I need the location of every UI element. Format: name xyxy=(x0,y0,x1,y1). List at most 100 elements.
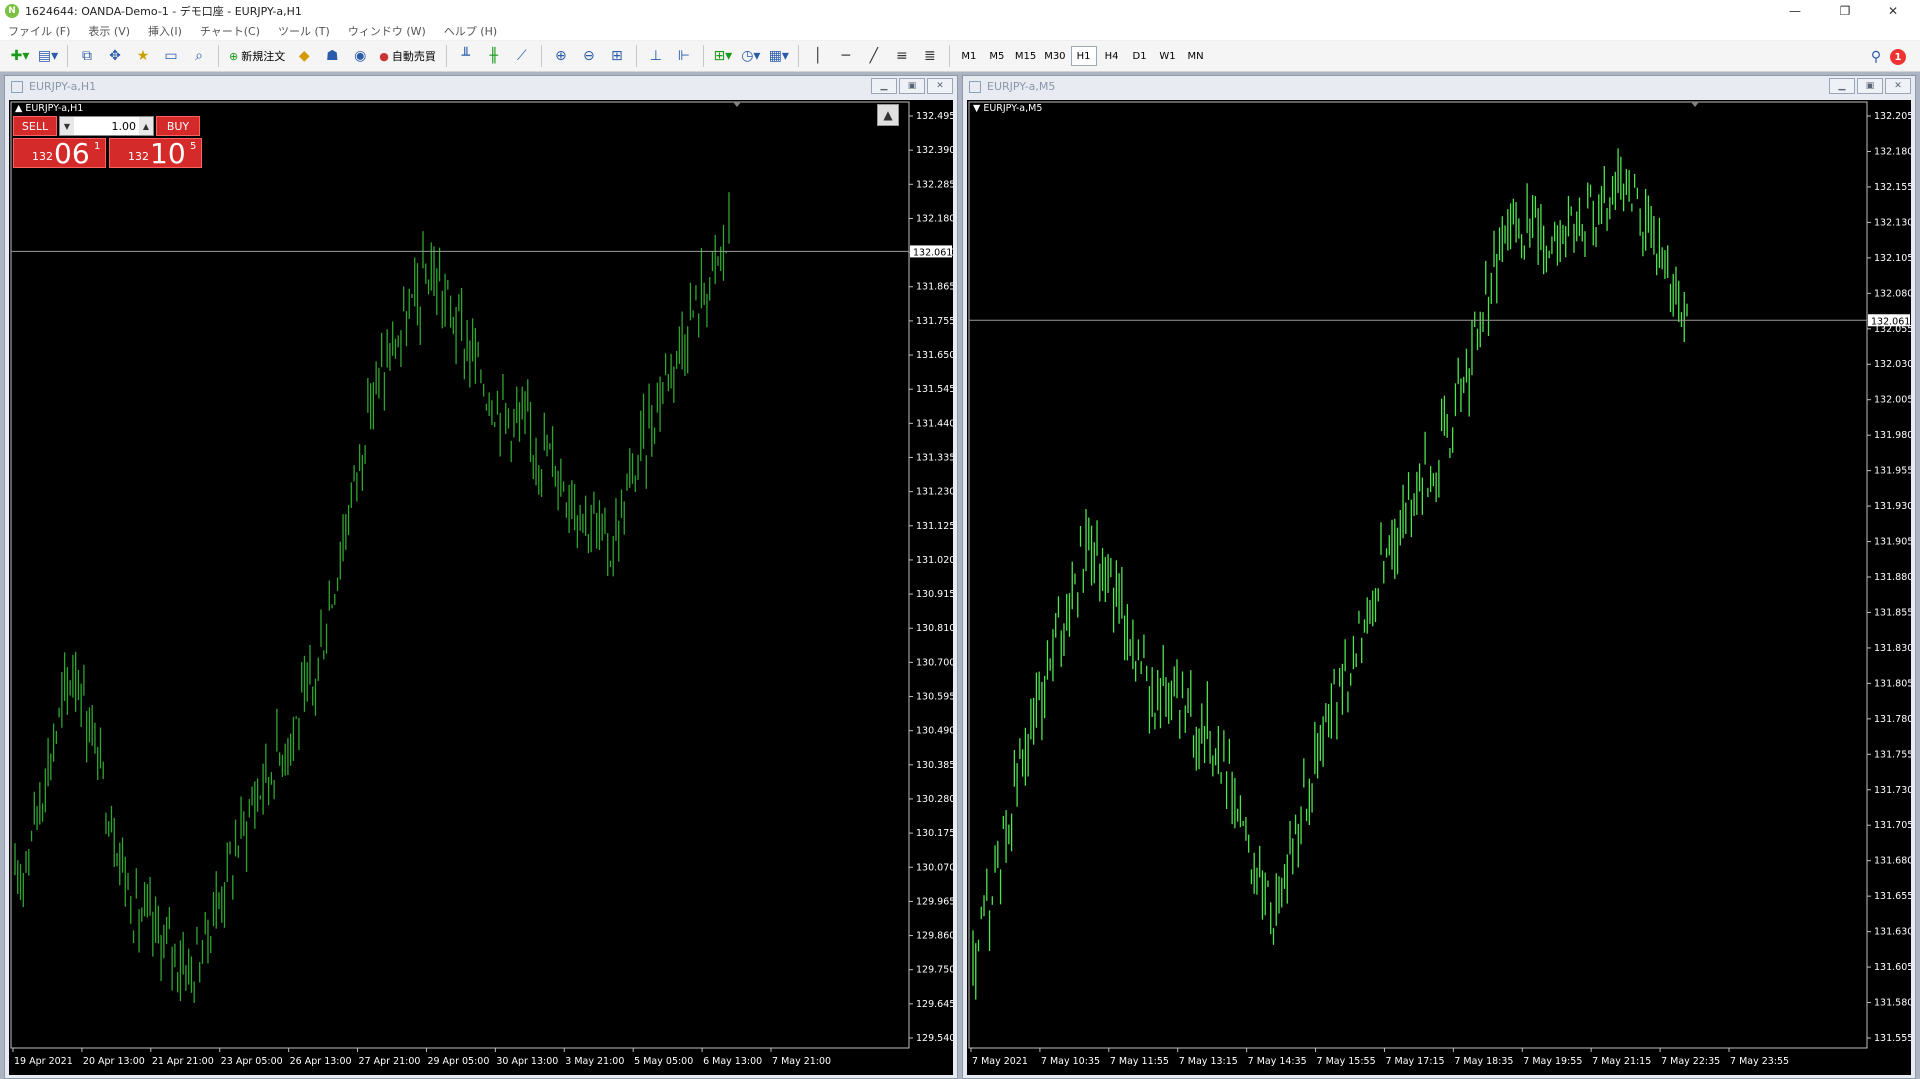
menu-help[interactable]: ヘルプ (H) xyxy=(436,23,507,39)
data-window-icon[interactable]: ★ xyxy=(131,44,155,68)
timeframe-h1-button[interactable]: H1 xyxy=(1070,46,1097,66)
x-tick-label: 19 Apr 2021 xyxy=(14,1056,73,1067)
bid-price-label: 132.061 xyxy=(1871,316,1910,327)
price-bars xyxy=(972,148,1688,1000)
indicators-icon[interactable]: ⊞▾ xyxy=(711,44,735,68)
chart-window-titlebar[interactable]: EURJPY-a,H1 ▁ ▣ ✕ xyxy=(5,76,957,97)
notification-badge[interactable]: 1 xyxy=(1890,49,1906,65)
menu-insert[interactable]: 挿入(I) xyxy=(140,23,192,39)
close-button[interactable]: ✕ xyxy=(1870,0,1916,22)
zoom-in-icon[interactable]: ⊕ xyxy=(549,44,573,68)
vertical-line-icon[interactable]: │ xyxy=(806,44,830,68)
chart-shift-marker[interactable] xyxy=(1691,102,1699,107)
line-chart-icon[interactable]: ⟋ xyxy=(510,44,534,68)
chart-maximize-button[interactable]: ▣ xyxy=(1857,78,1883,94)
x-tick-label: 20 Apr 13:00 xyxy=(83,1056,145,1067)
terminal-icon[interactable]: ▭ xyxy=(159,44,183,68)
y-tick-label: 131.930 xyxy=(1874,501,1911,512)
timeframe-d1-button[interactable]: D1 xyxy=(1127,46,1153,66)
chart-minimize-button[interactable]: ▁ xyxy=(871,78,897,94)
periods-icon[interactable]: ◷▾ xyxy=(739,44,763,68)
timeframe-m30-button[interactable]: M30 xyxy=(1041,46,1068,66)
menu-view[interactable]: 表示 (V) xyxy=(80,23,140,39)
chart-area[interactable]: 132.205 132.180 132.155 132.130 132.105 132.0… xyxy=(967,100,1911,1075)
lot-size-stepper[interactable]: ▼ 1.00 ▲ xyxy=(59,116,154,136)
y-tick-label: 131.830 xyxy=(1874,643,1911,654)
trendline-icon[interactable]: ╱ xyxy=(862,44,886,68)
chart-shift-marker[interactable] xyxy=(733,102,741,107)
metaeditor-icon[interactable]: ◆ xyxy=(292,44,316,68)
new-order-label: 新規注文 xyxy=(241,50,286,63)
autoscroll-icon[interactable]: ⊥ xyxy=(644,44,668,68)
price-chart-svg[interactable]: 132.495132.390132.285132.180131.970131.8… xyxy=(9,100,953,1075)
y-tick-label: 132.495 xyxy=(916,111,953,122)
price-chart-svg[interactable]: 132.205 132.180 132.155 132.130 132.105 132.0… xyxy=(967,100,1911,1075)
sell-price[interactable]: 132 06 1 xyxy=(13,138,106,169)
profiles-icon[interactable]: ▤▾ xyxy=(36,44,60,68)
y-tick-label: 131.230 xyxy=(916,487,953,498)
chart-shift-icon[interactable]: ⊩ xyxy=(672,44,696,68)
menu-file[interactable]: ファイル (F) xyxy=(0,23,80,39)
menu-window[interactable]: ウィンドウ (W) xyxy=(340,23,436,39)
menu-charts[interactable]: チャート(C) xyxy=(192,23,270,39)
navigator-icon[interactable]: ✥ xyxy=(103,44,127,68)
restore-button[interactable]: ❐ xyxy=(1822,0,1868,22)
y-tick-label: 130.280 xyxy=(916,794,953,805)
new-chart-icon[interactable]: ✚▾ xyxy=(8,44,32,68)
lot-decrease-icon[interactable]: ▼ xyxy=(60,117,74,135)
x-tick-label: 3 May 21:00 xyxy=(565,1056,624,1067)
search-icon[interactable]: ⚲ xyxy=(1864,45,1888,69)
candlestick-icon[interactable]: ╫ xyxy=(482,44,506,68)
timeframe-mn-button[interactable]: MN xyxy=(1183,46,1209,66)
y-tick-label: 131.680 xyxy=(1874,856,1911,867)
scroll-up-icon[interactable]: ▲ xyxy=(877,104,899,126)
chart-window-titlebar[interactable]: EURJPY-a,M5 ▁ ▣ ✕ xyxy=(963,76,1915,97)
y-tick-label: 131.865 xyxy=(916,282,953,293)
y-tick-label: 131.335 xyxy=(916,452,953,463)
x-tick-label: 7 May 10:35 xyxy=(1041,1056,1100,1067)
y-tick-label: 131.125 xyxy=(916,521,953,532)
x-tick-label: 7 May 17:15 xyxy=(1385,1056,1444,1067)
templates-icon[interactable]: ▦▾ xyxy=(767,44,791,68)
chart-maximize-button[interactable]: ▣ xyxy=(899,78,925,94)
chart-window-eurjpy-m5[interactable]: EURJPY-a,M5 ▁ ▣ ✕ 132.205 132.180 132.155 1… xyxy=(962,75,1916,1079)
horizontal-line-icon[interactable]: ─ xyxy=(834,44,858,68)
y-tick-label: 130.385 xyxy=(916,760,953,771)
zoom-out-icon[interactable]: ⊖ xyxy=(577,44,601,68)
collapse-triangle-icon[interactable]: ▲ xyxy=(15,103,22,114)
tile-windows-icon[interactable]: ⊞ xyxy=(605,44,629,68)
strategy-tester-icon[interactable]: ⌕ xyxy=(187,44,211,68)
market-watch-icon[interactable]: ⧉ xyxy=(75,44,99,68)
sell-button[interactable]: SELL xyxy=(13,116,57,136)
fibonacci-icon[interactable]: ≣ xyxy=(918,44,942,68)
collapse-triangle-icon[interactable]: ▼ xyxy=(973,103,980,114)
timeframe-h4-button[interactable]: H4 xyxy=(1099,46,1125,66)
y-tick-label: 131.705 xyxy=(1874,820,1911,831)
new-order-button[interactable]: ⊕ 新規注文 xyxy=(226,44,288,68)
timeframe-m1-button[interactable]: M1 xyxy=(956,46,982,66)
menu-tools[interactable]: ツール (T) xyxy=(270,23,340,39)
chart-area[interactable]: 132.495132.390132.285132.180131.970131.8… xyxy=(9,100,953,1075)
minimize-button[interactable]: — xyxy=(1772,0,1818,22)
y-tick-label: 131.650 xyxy=(916,350,953,361)
channel-icon[interactable]: ≡ xyxy=(890,44,914,68)
lot-increase-icon[interactable]: ▲ xyxy=(139,117,153,135)
sell-price-prefix: 132 xyxy=(32,150,53,163)
chart-close-button[interactable]: ✕ xyxy=(1885,78,1911,94)
experts-icon[interactable]: ◉ xyxy=(348,44,372,68)
buy-price-prefix: 132 xyxy=(128,150,149,163)
timeframe-m5-button[interactable]: M5 xyxy=(984,46,1010,66)
buy-price[interactable]: 132 10 5 xyxy=(109,138,202,169)
toolbar-separator xyxy=(948,45,950,67)
timeframe-w1-button[interactable]: W1 xyxy=(1155,46,1181,66)
auto-trading-button[interactable]: ● 自動売買 xyxy=(376,44,439,68)
chart-window-eurjpy-h1[interactable]: EURJPY-a,H1 ▁ ▣ ✕ 132.495 132.390 132.285 1… xyxy=(4,75,958,1079)
bar-chart-icon[interactable]: ╨ xyxy=(454,44,478,68)
buy-button[interactable]: BUY xyxy=(156,116,200,136)
chart-close-button[interactable]: ✕ xyxy=(927,78,953,94)
signals-icon[interactable]: ☗ xyxy=(320,44,344,68)
lot-size-value[interactable]: 1.00 xyxy=(74,120,139,133)
timeframe-m15-button[interactable]: M15 xyxy=(1012,46,1039,66)
chart-document-icon xyxy=(969,80,981,93)
chart-minimize-button[interactable]: ▁ xyxy=(1829,78,1855,94)
